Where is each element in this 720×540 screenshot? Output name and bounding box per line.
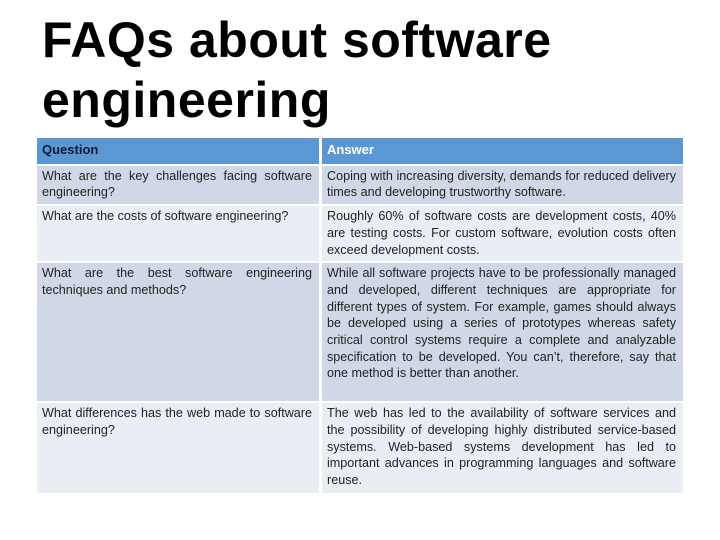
column-header-question: Question (37, 138, 322, 166)
question-cell: What are the key challenges facing softw… (37, 165, 322, 207)
answer-cell: While all software projects have to be p… (322, 263, 683, 404)
answer-cell: The web has led to the availability of s… (322, 403, 683, 496)
column-header-answer: Answer (322, 138, 683, 166)
table-row: What differences has the web made to sof… (37, 403, 683, 496)
answer-cell: Roughly 60% of software costs are develo… (322, 206, 683, 264)
table-row: What are the costs of software engineeri… (37, 206, 683, 264)
table-header-row: Question Answer (37, 138, 683, 166)
answer-cell: Coping with increasing diversity, demand… (322, 165, 683, 207)
question-cell: What are the best software engineering t… (37, 263, 322, 404)
faq-table: Question Answer What are the key challen… (37, 138, 683, 496)
table-row: What are the key challenges facing softw… (37, 165, 683, 207)
slide-title: FAQs about software engineering (42, 12, 552, 128)
question-cell: What differences has the web made to sof… (37, 403, 322, 496)
question-cell: What are the costs of software engineeri… (37, 206, 322, 264)
table-row: What are the best software engineering t… (37, 263, 683, 404)
